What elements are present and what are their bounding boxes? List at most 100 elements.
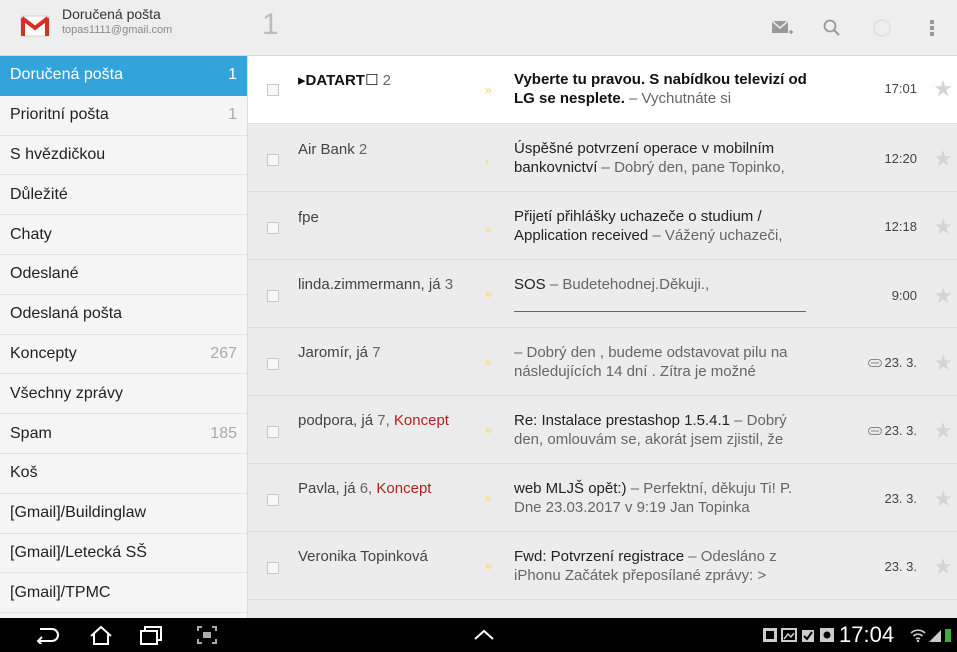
message-row[interactable]: linda.zimmermann, já 3 » SOS – Budetehod… <box>248 260 957 328</box>
gallery-icon <box>819 628 834 642</box>
home-button[interactable] <box>76 618 126 652</box>
folder-priority[interactable]: Prioritní pošta 1 <box>0 96 247 136</box>
star-icon[interactable]: ★ <box>933 352 953 374</box>
importance-marker-icon[interactable]: » <box>485 355 492 369</box>
message-sender: Jaromír, já 7 <box>298 344 381 361</box>
home-icon <box>90 625 112 645</box>
star-icon[interactable]: ★ <box>933 556 953 578</box>
folder-count: 1 <box>228 66 237 84</box>
message-row[interactable]: Air Bank 2 › Úspěšné potvrzení operace v… <box>248 124 957 192</box>
notification-icons[interactable] <box>760 618 836 652</box>
folder-important[interactable]: Důležité <box>0 175 247 216</box>
folder-label: Spam <box>10 424 52 442</box>
folder-label: [Gmail]/TPMC <box>10 583 111 601</box>
folder-label: Všechny zprávy <box>10 384 123 402</box>
star-icon[interactable]: ★ <box>933 488 953 510</box>
folder-chats[interactable]: Chaty <box>0 215 247 255</box>
message-subject: Vyberte tu pravou. S nabídkou televizí o… <box>514 71 807 107</box>
compose-button[interactable] <box>757 0 807 56</box>
importance-marker-icon[interactable]: » <box>485 83 492 97</box>
folder-label: Koš <box>10 464 38 482</box>
folder-sent[interactable]: Odeslané <box>0 255 247 295</box>
gmail-logo-icon <box>20 15 50 37</box>
select-checkbox[interactable] <box>267 562 279 574</box>
back-icon <box>36 628 59 644</box>
importance-marker-icon[interactable]: » <box>485 222 492 236</box>
select-checkbox[interactable] <box>267 358 279 370</box>
folder-inbox[interactable]: Doručená pošta 1 <box>0 56 247 96</box>
action-bar: Doručená pošta topas1111@gmail.com 1 <box>0 0 957 56</box>
folder-label-tpmc[interactable]: [Gmail]/TPMC <box>0 573 247 614</box>
folder-drafts[interactable]: Koncepty 267 <box>0 335 247 375</box>
message-subject: web MLJŠ opět:) – Perfektní, děkuju Ti! … <box>514 480 793 516</box>
folder-sent-mail[interactable]: Odeslaná pošta <box>0 295 247 335</box>
message-sender: podpora, já 7, Koncept <box>298 412 449 429</box>
star-icon[interactable]: ★ <box>933 420 953 442</box>
star-icon[interactable]: ★ <box>933 216 953 238</box>
message-subject: Úspěšné potvrzení operace v mobilním ban… <box>514 140 785 176</box>
wifi-icon <box>910 629 926 643</box>
folder-spam[interactable]: Spam 185 <box>0 414 247 454</box>
folder-label-letecka[interactable]: [Gmail]/Letecká SŠ <box>0 534 247 574</box>
message-time: 17:01 <box>884 81 917 96</box>
select-checkbox[interactable] <box>267 222 279 234</box>
folder-count: 267 <box>210 344 237 362</box>
account-switcher[interactable]: Doručená pošta topas1111@gmail.com <box>0 0 247 56</box>
screenshot-button[interactable] <box>182 618 232 652</box>
message-sender: Air Bank 2 <box>298 141 368 158</box>
attachment-icon <box>868 358 883 367</box>
importance-marker-icon[interactable]: » <box>485 423 492 437</box>
message-sender: Pavla, já 6, Koncept <box>298 480 432 497</box>
folder-label: Důležité <box>10 185 68 203</box>
message-row[interactable]: Jaromír, já 7 » – Dobrý den , budeme ods… <box>248 328 957 396</box>
message-row[interactable]: Veronika Topinková » Fwd: Potvrzení regi… <box>248 532 957 600</box>
message-row[interactable]: ▸DATART☐ 2 » Vyberte tu pravou. S nabídk… <box>248 56 957 124</box>
message-row[interactable]: Pavla, já 6, Koncept » web MLJŠ opět:) –… <box>248 464 957 532</box>
message-row[interactable]: fpe » Přijetí přihlášky uchazeče o studi… <box>248 192 957 260</box>
select-checkbox[interactable] <box>267 426 279 438</box>
message-sender: Veronika Topinková <box>298 548 428 565</box>
chevron-up-icon <box>474 629 494 640</box>
folder-label: Odeslaná pošta <box>10 305 123 323</box>
overflow-menu-button[interactable] <box>907 0 957 56</box>
folder-starred[interactable]: S hvězdičkou <box>0 136 247 176</box>
search-button[interactable] <box>807 0 857 56</box>
select-checkbox[interactable] <box>267 494 279 506</box>
back-button[interactable] <box>22 618 72 652</box>
star-icon[interactable]: ★ <box>933 148 953 170</box>
refresh-icon <box>873 19 891 37</box>
select-checkbox[interactable] <box>267 154 279 166</box>
expand-handle[interactable] <box>464 618 504 652</box>
message-sender: fpe <box>298 209 319 226</box>
folder-trash[interactable]: Koš <box>0 454 247 494</box>
importance-marker-icon[interactable]: » <box>485 559 492 573</box>
select-checkbox[interactable] <box>267 84 279 96</box>
message-time: 23. 3. <box>868 423 917 438</box>
message-list: ▸DATART☐ 2 » Vyberte tu pravou. S nabídk… <box>248 56 957 618</box>
message-row-partial[interactable] <box>248 600 957 618</box>
folder-label-buildinglaw[interactable]: [Gmail]/Buildinglaw <box>0 494 247 534</box>
folder-label: Chaty <box>10 225 52 243</box>
refresh-button[interactable] <box>857 0 907 56</box>
account-folder-title: Doručená pošta <box>62 6 161 22</box>
attachment-icon <box>868 426 883 435</box>
folder-label: S hvězdičkou <box>10 145 106 163</box>
importance-marker-icon[interactable]: » <box>485 491 492 505</box>
folder-all-mail[interactable]: Všechny zprávy <box>0 374 247 415</box>
status-clock: 17:04 <box>839 622 895 647</box>
message-row[interactable]: podpora, já 7, Koncept » Re: Instalace p… <box>248 396 957 464</box>
folder-label: Koncepty <box>10 344 77 362</box>
importance-marker-icon[interactable]: › <box>485 154 489 168</box>
star-icon[interactable]: ★ <box>933 285 953 307</box>
importance-marker-icon[interactable]: » <box>485 287 492 301</box>
folder-label: Prioritní pošta <box>10 106 109 124</box>
divider-line <box>514 311 806 312</box>
select-checkbox[interactable] <box>267 290 279 302</box>
recent-apps-button[interactable] <box>126 618 176 652</box>
image-icon <box>780 628 797 642</box>
notification-icon <box>762 628 777 642</box>
folder-label: [Gmail]/Letecká SŠ <box>10 543 147 561</box>
message-subject: SOS – Budetehodnej.Děkuji., <box>514 276 710 293</box>
star-icon[interactable]: ★ <box>933 78 953 100</box>
message-time: 9:00 <box>891 288 917 303</box>
